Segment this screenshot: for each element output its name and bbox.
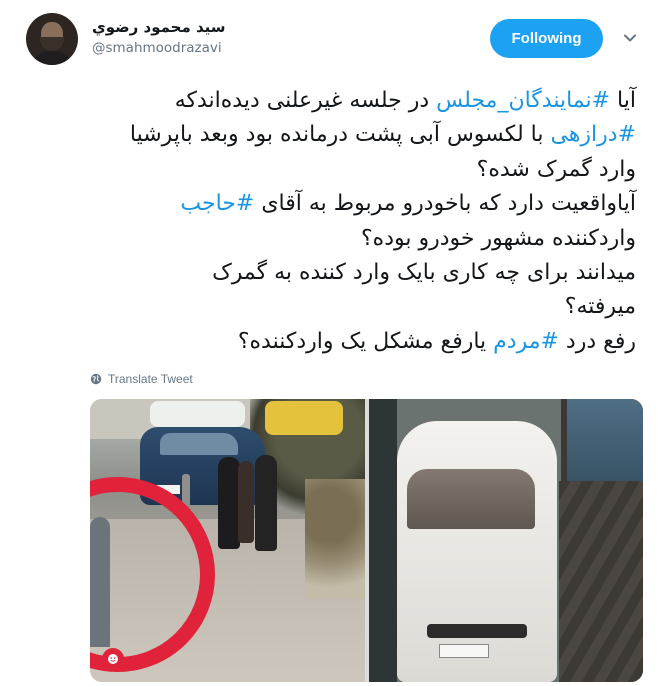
tweet-text-segment: آیاواقعیت دارد که باخودرو مربوط به آقای bbox=[254, 191, 636, 217]
translate-tweet-link[interactable]: Translate Tweet bbox=[90, 372, 193, 386]
tweet-text: آیا #نمایندگان_مجلس در جلسه غیرعلنی دیده… bbox=[88, 84, 636, 359]
photo-white-car-2 bbox=[397, 421, 557, 682]
tweet-text-segment: میدانند برای چه کاری بایک وارد کننده به … bbox=[212, 260, 636, 286]
hashtag-link[interactable]: #حاجب bbox=[180, 191, 254, 216]
media-photo-left[interactable] bbox=[90, 399, 365, 682]
tweet-media[interactable] bbox=[90, 399, 643, 682]
tweet-text-segment: وارد گمرک شده؟ bbox=[476, 156, 636, 182]
globe-icon bbox=[90, 373, 102, 385]
tweet-text-segment: رفع درد bbox=[558, 328, 636, 354]
tweet-text-segment: در جلسه غیرعلنی دیده‌اندکه bbox=[174, 88, 437, 113]
following-button[interactable]: Following bbox=[490, 19, 603, 58]
photo-car-plate-2 bbox=[439, 644, 489, 658]
avatar-beard bbox=[40, 37, 64, 51]
tweet-line: وارد گمرک شده؟ bbox=[88, 153, 636, 187]
photo-car-windshield bbox=[160, 433, 238, 455]
photo-wall bbox=[369, 399, 397, 682]
photo-person-2 bbox=[238, 461, 254, 543]
photo-taxi bbox=[265, 401, 343, 435]
hashtag-link[interactable]: #درازهی bbox=[550, 122, 636, 147]
hashtag-link[interactable]: #نمایندگان_مجلس bbox=[436, 88, 610, 113]
photo-blue-door bbox=[567, 399, 643, 481]
photo-planter bbox=[305, 479, 365, 599]
avatar[interactable] bbox=[26, 13, 78, 65]
tweet-text-segment: واردکننده مشهور خودرو بوده؟ bbox=[361, 225, 636, 251]
avatar-suit bbox=[30, 51, 74, 65]
tweet-line: واردکننده مشهور خودرو بوده؟ bbox=[88, 222, 636, 256]
tweet-text-segment: میرفته؟ bbox=[564, 294, 636, 320]
photo-person-3 bbox=[255, 455, 277, 551]
tweet-line: رفع درد #مردم یارفع مشکل یک واردکننده؟ bbox=[88, 325, 636, 359]
hashtag-link[interactable]: #مردم bbox=[493, 329, 559, 354]
photo-car-windshield-2 bbox=[407, 469, 535, 529]
tweet-line: میدانند برای چه کاری بایک وارد کننده به … bbox=[88, 256, 636, 290]
tweet-line: آیاواقعیت دارد که باخودرو مربوط به آقای … bbox=[88, 187, 636, 221]
emoji-icon[interactable] bbox=[102, 648, 124, 670]
tweet-line: #درازهی با لکسوس آبی پشت درمانده بود وبع… bbox=[88, 118, 636, 152]
photo-person-1 bbox=[218, 457, 240, 549]
tweet-line: آیا #نمایندگان_مجلس در جلسه غیرعلنی دیده… bbox=[88, 84, 636, 118]
chevron-down-icon[interactable] bbox=[622, 30, 638, 46]
photo-person-4 bbox=[90, 517, 110, 647]
user-handle[interactable]: @smahmoodrazavi bbox=[92, 40, 222, 56]
tweet-text-segment: آیا bbox=[610, 88, 636, 113]
photo-sidewalk bbox=[559, 481, 643, 682]
display-name[interactable]: سيد محمود رضوي bbox=[92, 18, 226, 36]
photo-white-car bbox=[150, 401, 245, 427]
tweet-line: میرفته؟ bbox=[88, 290, 636, 324]
translate-label: Translate Tweet bbox=[108, 372, 193, 386]
media-photo-right[interactable] bbox=[369, 399, 643, 682]
photo-car-grille bbox=[427, 624, 527, 638]
tweet-text-segment: یارفع مشکل یک واردکننده؟ bbox=[237, 328, 494, 354]
tweet-text-segment: با لکسوس آبی پشت درمانده بود وبعد باپرشی… bbox=[129, 122, 551, 148]
